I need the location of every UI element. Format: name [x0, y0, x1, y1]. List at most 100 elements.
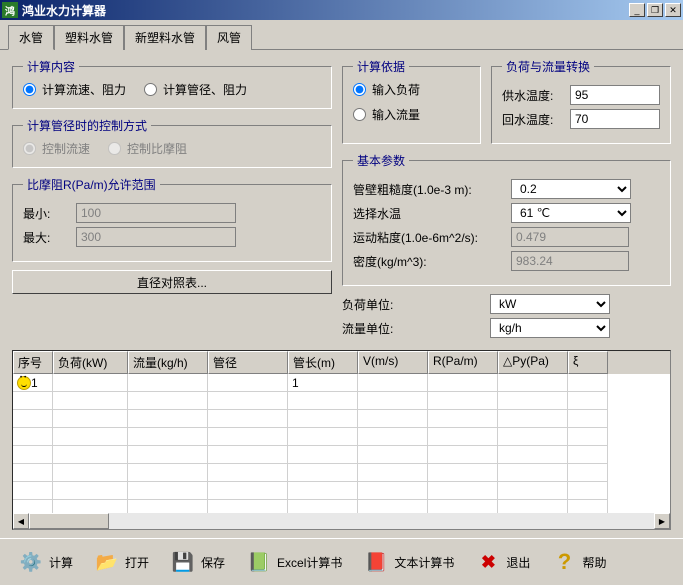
- table-cell[interactable]: [358, 374, 428, 392]
- load-unit-select[interactable]: kW: [490, 294, 610, 314]
- column-header[interactable]: △Py(Pa): [498, 351, 568, 374]
- table-cell[interactable]: [13, 464, 53, 482]
- table-cell[interactable]: [358, 482, 428, 500]
- table-cell[interactable]: [358, 446, 428, 464]
- table-cell[interactable]: [358, 410, 428, 428]
- table-cell[interactable]: [53, 410, 128, 428]
- column-header[interactable]: 序号: [13, 351, 53, 374]
- table-cell[interactable]: [53, 482, 128, 500]
- excel-button[interactable]: 📗Excel计算书: [238, 545, 351, 579]
- table-cell[interactable]: [128, 374, 208, 392]
- table-cell[interactable]: [13, 428, 53, 446]
- table-row[interactable]: [13, 464, 670, 482]
- scroll-track[interactable]: [29, 513, 654, 529]
- radio-calc-diameter[interactable]: 计算管径、阻力: [144, 81, 247, 98]
- water-temp-select[interactable]: 61 ℃: [511, 203, 631, 223]
- table-cell[interactable]: [568, 500, 608, 513]
- table-cell[interactable]: [208, 446, 288, 464]
- column-header[interactable]: 流量(kg/h): [128, 351, 208, 374]
- tab-new-plastic-pipe[interactable]: 新塑料水管: [124, 25, 206, 50]
- horizontal-scrollbar[interactable]: ◀ ▶: [13, 513, 670, 529]
- table-cell[interactable]: [568, 464, 608, 482]
- tab-water-pipe[interactable]: 水管: [8, 25, 54, 50]
- table-cell[interactable]: [498, 464, 568, 482]
- table-cell[interactable]: [288, 392, 358, 410]
- tab-air-duct[interactable]: 风管: [206, 25, 252, 50]
- table-cell[interactable]: [568, 482, 608, 500]
- table-cell[interactable]: [13, 500, 53, 513]
- table-cell[interactable]: [428, 482, 498, 500]
- table-cell[interactable]: [428, 464, 498, 482]
- restore-button[interactable]: ❐: [647, 3, 663, 17]
- column-header[interactable]: ξ: [568, 351, 608, 374]
- table-row[interactable]: [13, 392, 670, 410]
- table-cell[interactable]: [288, 428, 358, 446]
- table-cell[interactable]: [428, 392, 498, 410]
- table-cell[interactable]: [428, 374, 498, 392]
- scroll-right-arrow[interactable]: ▶: [654, 513, 670, 529]
- table-cell[interactable]: [568, 446, 608, 464]
- roughness-select[interactable]: 0.2: [511, 179, 631, 199]
- table-cell[interactable]: [428, 410, 498, 428]
- table-cell[interactable]: [128, 464, 208, 482]
- table-cell[interactable]: [128, 392, 208, 410]
- table-cell[interactable]: [128, 482, 208, 500]
- table-cell[interactable]: [13, 392, 53, 410]
- calc-button[interactable]: ⚙️计算: [10, 545, 82, 579]
- diameter-table-button[interactable]: 直径对照表...: [12, 270, 332, 294]
- save-button[interactable]: 💾保存: [162, 545, 234, 579]
- table-cell[interactable]: 1: [288, 374, 358, 392]
- table-cell[interactable]: [128, 446, 208, 464]
- table-cell[interactable]: [53, 446, 128, 464]
- table-cell[interactable]: [358, 428, 428, 446]
- table-cell[interactable]: [208, 500, 288, 513]
- table-cell[interactable]: [498, 446, 568, 464]
- table-cell[interactable]: [208, 392, 288, 410]
- supply-temp-input[interactable]: [570, 85, 660, 105]
- column-header[interactable]: 管径: [208, 351, 288, 374]
- table-cell[interactable]: [358, 500, 428, 513]
- flow-unit-select[interactable]: kg/h: [490, 318, 610, 338]
- radio-input-load[interactable]: 输入负荷: [353, 81, 420, 98]
- scroll-left-arrow[interactable]: ◀: [13, 513, 29, 529]
- table-cell[interactable]: [128, 500, 208, 513]
- table-cell[interactable]: [53, 392, 128, 410]
- exit-button[interactable]: ✖退出: [467, 545, 539, 579]
- table-cell[interactable]: [208, 410, 288, 428]
- table-cell[interactable]: [53, 464, 128, 482]
- table-cell[interactable]: [568, 374, 608, 392]
- radio-calc-velocity[interactable]: 计算流速、阻力: [23, 81, 126, 98]
- table-cell[interactable]: [13, 482, 53, 500]
- table-cell[interactable]: [208, 464, 288, 482]
- text-button[interactable]: 📕文本计算书: [355, 545, 463, 579]
- table-cell[interactable]: [128, 410, 208, 428]
- table-cell[interactable]: [128, 428, 208, 446]
- table-cell[interactable]: [208, 374, 288, 392]
- column-header[interactable]: V(m/s): [358, 351, 428, 374]
- table-cell[interactable]: [498, 482, 568, 500]
- help-button[interactable]: ?帮助: [543, 545, 615, 579]
- table-row[interactable]: [13, 410, 670, 428]
- table-cell[interactable]: [208, 428, 288, 446]
- table-cell[interactable]: [568, 392, 608, 410]
- radio-input-flow[interactable]: 输入流量: [353, 106, 420, 123]
- table-row[interactable]: [13, 482, 670, 500]
- column-header[interactable]: 管长(m): [288, 351, 358, 374]
- table-cell[interactable]: [208, 482, 288, 500]
- table-cell[interactable]: [13, 446, 53, 464]
- table-cell[interactable]: [498, 410, 568, 428]
- table-cell[interactable]: [428, 428, 498, 446]
- table-cell[interactable]: [288, 464, 358, 482]
- table-cell[interactable]: [358, 464, 428, 482]
- table-row[interactable]: 11: [13, 374, 670, 392]
- table-cell[interactable]: [498, 392, 568, 410]
- table-cell[interactable]: [53, 374, 128, 392]
- table-cell[interactable]: [288, 410, 358, 428]
- table-cell[interactable]: [13, 410, 53, 428]
- column-header[interactable]: 负荷(kW): [53, 351, 128, 374]
- table-cell[interactable]: [498, 428, 568, 446]
- open-button[interactable]: 📂打开: [86, 545, 158, 579]
- table-row[interactable]: [13, 500, 670, 513]
- table-cell[interactable]: [53, 500, 128, 513]
- close-button[interactable]: ✕: [665, 3, 681, 17]
